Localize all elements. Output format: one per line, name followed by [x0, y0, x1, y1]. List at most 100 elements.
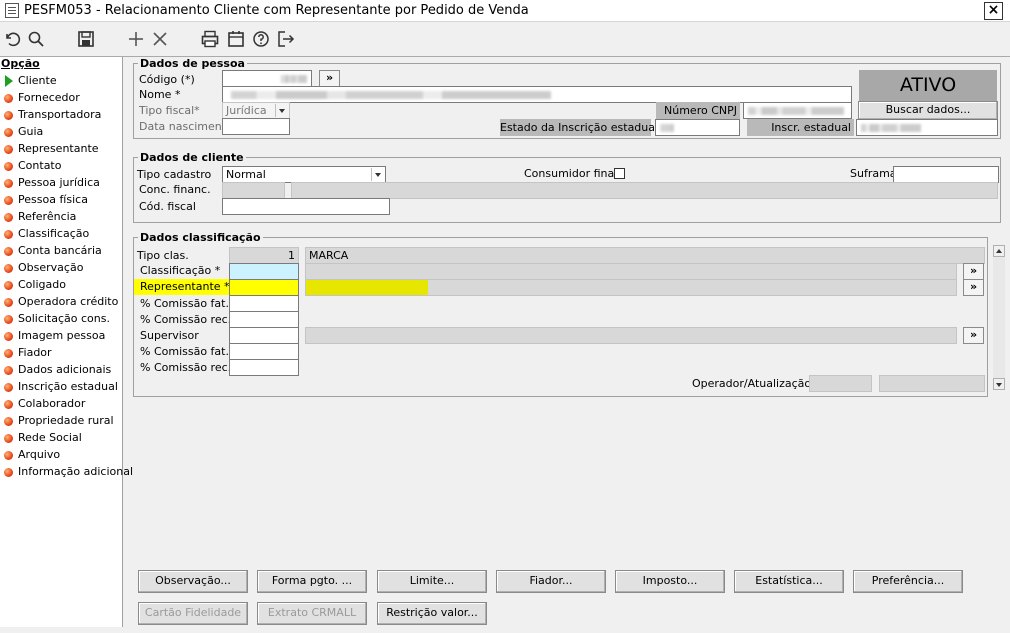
sidebar-item-label: Fiador: [18, 346, 52, 359]
cod-fiscal-label: Cód. fiscal: [139, 200, 196, 213]
cod-fiscal-input[interactable]: [222, 198, 390, 215]
chevron-down-icon: [275, 104, 288, 117]
bullet-icon: [4, 264, 13, 273]
estado-ie-input[interactable]: [655, 119, 740, 136]
cartao-fidelidade-button[interactable]: Cartão Fidelidade: [138, 602, 248, 625]
sidebar-item-label: Arquivo: [18, 448, 61, 461]
scroll-up-icon[interactable]: [993, 245, 1005, 257]
tipo-cadastro-label: Tipo cadastro: [137, 168, 212, 181]
classificacao-desc: [305, 263, 957, 280]
consumidor-final-checkbox[interactable]: [614, 168, 625, 179]
bullet-icon: [4, 94, 13, 103]
restricao-valor-button[interactable]: Restrição valor...: [377, 602, 487, 625]
representante-highlight: [306, 280, 428, 295]
representante-label: Representante *: [134, 279, 230, 295]
bullet-icon: [4, 281, 13, 290]
close-button[interactable]: ×: [984, 2, 1003, 20]
comissao-rec-input[interactable]: [229, 311, 299, 328]
inscr-estadual-input[interactable]: [856, 119, 998, 136]
suframa-input[interactable]: [893, 166, 999, 183]
classificacao-lookup-button[interactable]: »: [963, 263, 984, 280]
classificacao-label: Classificação *: [140, 264, 221, 277]
sidebar-item-label: Operadora crédito: [18, 295, 119, 308]
supervisor-lookup-button[interactable]: »: [963, 327, 984, 344]
calendar-icon[interactable]: [224, 27, 248, 51]
scroll-track[interactable]: [993, 257, 1005, 378]
operador-label: Operador/Atualização: [692, 377, 812, 390]
dados-pessoa-legend: Dados de pessoa: [140, 57, 245, 70]
bullet-icon: [4, 332, 13, 341]
bullet-icon: [4, 179, 13, 188]
supervisor-input[interactable]: [229, 327, 299, 344]
sidebar-item-label: Transportadora: [18, 108, 102, 121]
search-icon[interactable]: [24, 27, 48, 51]
consumidor-final-label: Consumidor final: [524, 167, 618, 180]
sidebar-item-label: Classificação: [18, 227, 90, 240]
codigo-lookup-button[interactable]: »: [319, 70, 340, 87]
representante-input[interactable]: [229, 279, 299, 296]
conc-financ-label: Conc. financ.: [139, 183, 211, 196]
tipo-clas-desc: MARCA: [305, 247, 985, 264]
preferencia-button[interactable]: Preferência...: [853, 570, 963, 593]
exit-icon[interactable]: [274, 27, 298, 51]
nome-label: Nome *: [139, 88, 181, 101]
bullet-icon: [4, 315, 13, 324]
cnpj-label: Número CNPJ: [656, 102, 740, 119]
classificacao-input[interactable]: [229, 263, 299, 280]
comissao-fat-label: % Comissão fat.: [140, 297, 229, 310]
tipo-cadastro-select[interactable]: Normal: [222, 166, 386, 183]
sidebar-item-label: Referência: [18, 210, 77, 223]
fiador-button[interactable]: Fiador...: [496, 570, 606, 593]
bullet-icon: [4, 298, 13, 307]
bullet-icon: [4, 230, 13, 239]
supervisor-comissao-rec-input[interactable]: [229, 359, 299, 376]
tipo-fiscal-value: Jurídica: [226, 104, 267, 117]
data-nascimento-input[interactable]: [222, 118, 290, 135]
conc-financ-code: [222, 182, 285, 199]
tipo-clas-code: 1: [229, 247, 299, 264]
bullet-icon: [4, 196, 13, 205]
codigo-input[interactable]: [222, 70, 312, 87]
cnpj-input[interactable]: [743, 102, 852, 119]
bullet-icon: [4, 145, 13, 154]
bullet-icon: [4, 213, 13, 222]
help-icon[interactable]: [249, 27, 273, 51]
vertical-scrollbar[interactable]: [993, 245, 1005, 390]
dados-classificacao-legend: Dados classificação: [140, 231, 261, 244]
bullet-icon: [4, 468, 13, 477]
estatistica-button[interactable]: Estatística...: [734, 570, 844, 593]
supervisor-comissao-fat-input[interactable]: [229, 343, 299, 360]
sidebar-item-label: Fornecedor: [18, 91, 80, 104]
tipo-fiscal-select[interactable]: Jurídica: [222, 102, 290, 119]
scroll-down-icon[interactable]: [993, 378, 1005, 390]
codigo-label: Código (*): [139, 73, 195, 86]
delete-icon[interactable]: [148, 27, 172, 51]
sidebar-item-label: Contato: [18, 159, 62, 172]
comissao-rec-label: % Comissão rec.: [140, 313, 232, 326]
extrato-crmall-button[interactable]: Extrato CRMALL: [257, 602, 367, 625]
observacao-button[interactable]: Observação...: [138, 570, 248, 593]
forma-pgto-button[interactable]: Forma pgto. ...: [257, 570, 367, 593]
bullet-icon: [4, 400, 13, 409]
limite-button[interactable]: Limite...: [377, 570, 487, 593]
add-icon[interactable]: [124, 27, 148, 51]
save-icon[interactable]: [74, 27, 98, 51]
sidebar-heading: Opção: [1, 57, 40, 70]
bullet-icon: [4, 247, 13, 256]
sidebar-item-label: Pessoa física: [18, 193, 88, 206]
buscar-dados-button[interactable]: Buscar dados...: [858, 101, 998, 120]
nome-input[interactable]: [222, 86, 852, 103]
operador-input: [809, 375, 872, 392]
undo-icon[interactable]: [0, 27, 24, 51]
imposto-button[interactable]: Imposto...: [615, 570, 725, 593]
data-nascimento-label: Data nascimento: [139, 120, 233, 133]
inscr-estadual-label: Inscr. estadual: [747, 119, 854, 136]
print-icon[interactable]: [198, 27, 222, 51]
supervisor-label: Supervisor: [140, 329, 199, 342]
sidebar-item-label: Informação adicional: [18, 465, 134, 478]
comissao-fat2-label: % Comissão fat.: [140, 345, 229, 358]
estado-ie-label: Estado da Inscrição estadual: [500, 119, 659, 136]
sidebar-item-label: Representante: [18, 142, 99, 155]
representante-lookup-button[interactable]: »: [963, 279, 984, 296]
comissao-fat-input[interactable]: [229, 295, 299, 312]
